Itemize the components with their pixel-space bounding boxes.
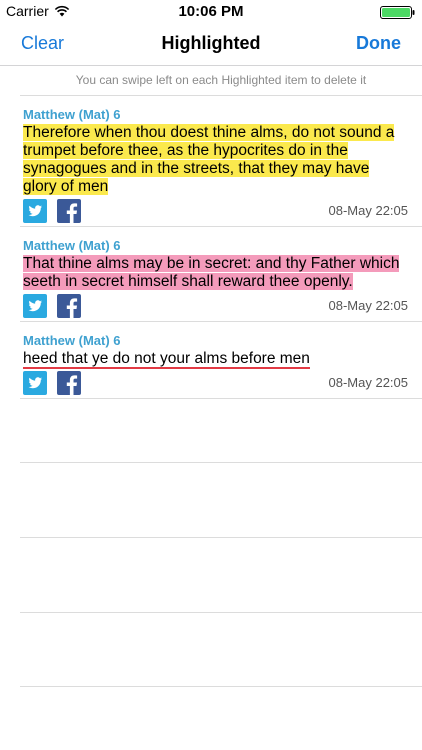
list-item[interactable]: Matthew (Mat) 6 heed that ye do not your… — [20, 322, 422, 399]
share-buttons — [23, 294, 81, 318]
twitter-icon[interactable] — [23, 294, 47, 318]
list-item[interactable]: Matthew (Mat) 6 That thine alms may be i… — [20, 227, 422, 322]
facebook-icon[interactable] — [57, 371, 81, 395]
item-date: 08-May 22:05 — [328, 375, 409, 390]
verse-text: That thine alms may be in secret: and th… — [23, 255, 422, 291]
verse-reference: Matthew (Mat) 6 — [23, 107, 121, 122]
twitter-icon[interactable] — [23, 371, 47, 395]
highlighted-text: That thine alms may be in secret: and th… — [23, 255, 400, 290]
verse-text: Therefore when thou doest thine alms, do… — [23, 124, 422, 196]
status-bar: Carrier 10:06 PM — [0, 0, 422, 24]
verse-text: heed that ye do not your alms before men — [23, 350, 422, 369]
done-button[interactable]: Done — [356, 33, 401, 54]
swipe-hint: You can swipe left on each Highlighted i… — [20, 66, 422, 96]
empty-row-separator — [20, 686, 422, 687]
item-date: 08-May 22:05 — [328, 298, 409, 313]
highlighted-text: heed that ye do not your alms before men — [23, 350, 310, 369]
item-date: 08-May 22:05 — [328, 203, 409, 218]
navigation-bar: Clear Highlighted Done — [0, 24, 422, 66]
item-footer: 08-May 22:05 — [23, 291, 422, 321]
battery-icon — [380, 6, 415, 19]
item-footer: 08-May 22:05 — [23, 368, 422, 398]
empty-row-separator — [20, 462, 422, 463]
facebook-icon[interactable] — [57, 199, 81, 223]
share-buttons — [23, 371, 81, 395]
verse-reference: Matthew (Mat) 6 — [23, 333, 121, 348]
highlight-list: Matthew (Mat) 6 Therefore when thou does… — [20, 96, 422, 399]
facebook-icon[interactable] — [57, 294, 81, 318]
empty-row-separator — [20, 612, 422, 613]
status-time: 10:06 PM — [178, 3, 244, 20]
empty-row-separator — [20, 537, 422, 538]
item-footer: 08-May 22:05 — [23, 196, 422, 226]
list-item[interactable]: Matthew (Mat) 6 Therefore when thou does… — [20, 96, 422, 227]
twitter-icon[interactable] — [23, 199, 47, 223]
highlighted-text: Therefore when thou doest thine alms, do… — [23, 124, 395, 195]
share-buttons — [23, 199, 81, 223]
verse-reference: Matthew (Mat) 6 — [23, 238, 121, 253]
